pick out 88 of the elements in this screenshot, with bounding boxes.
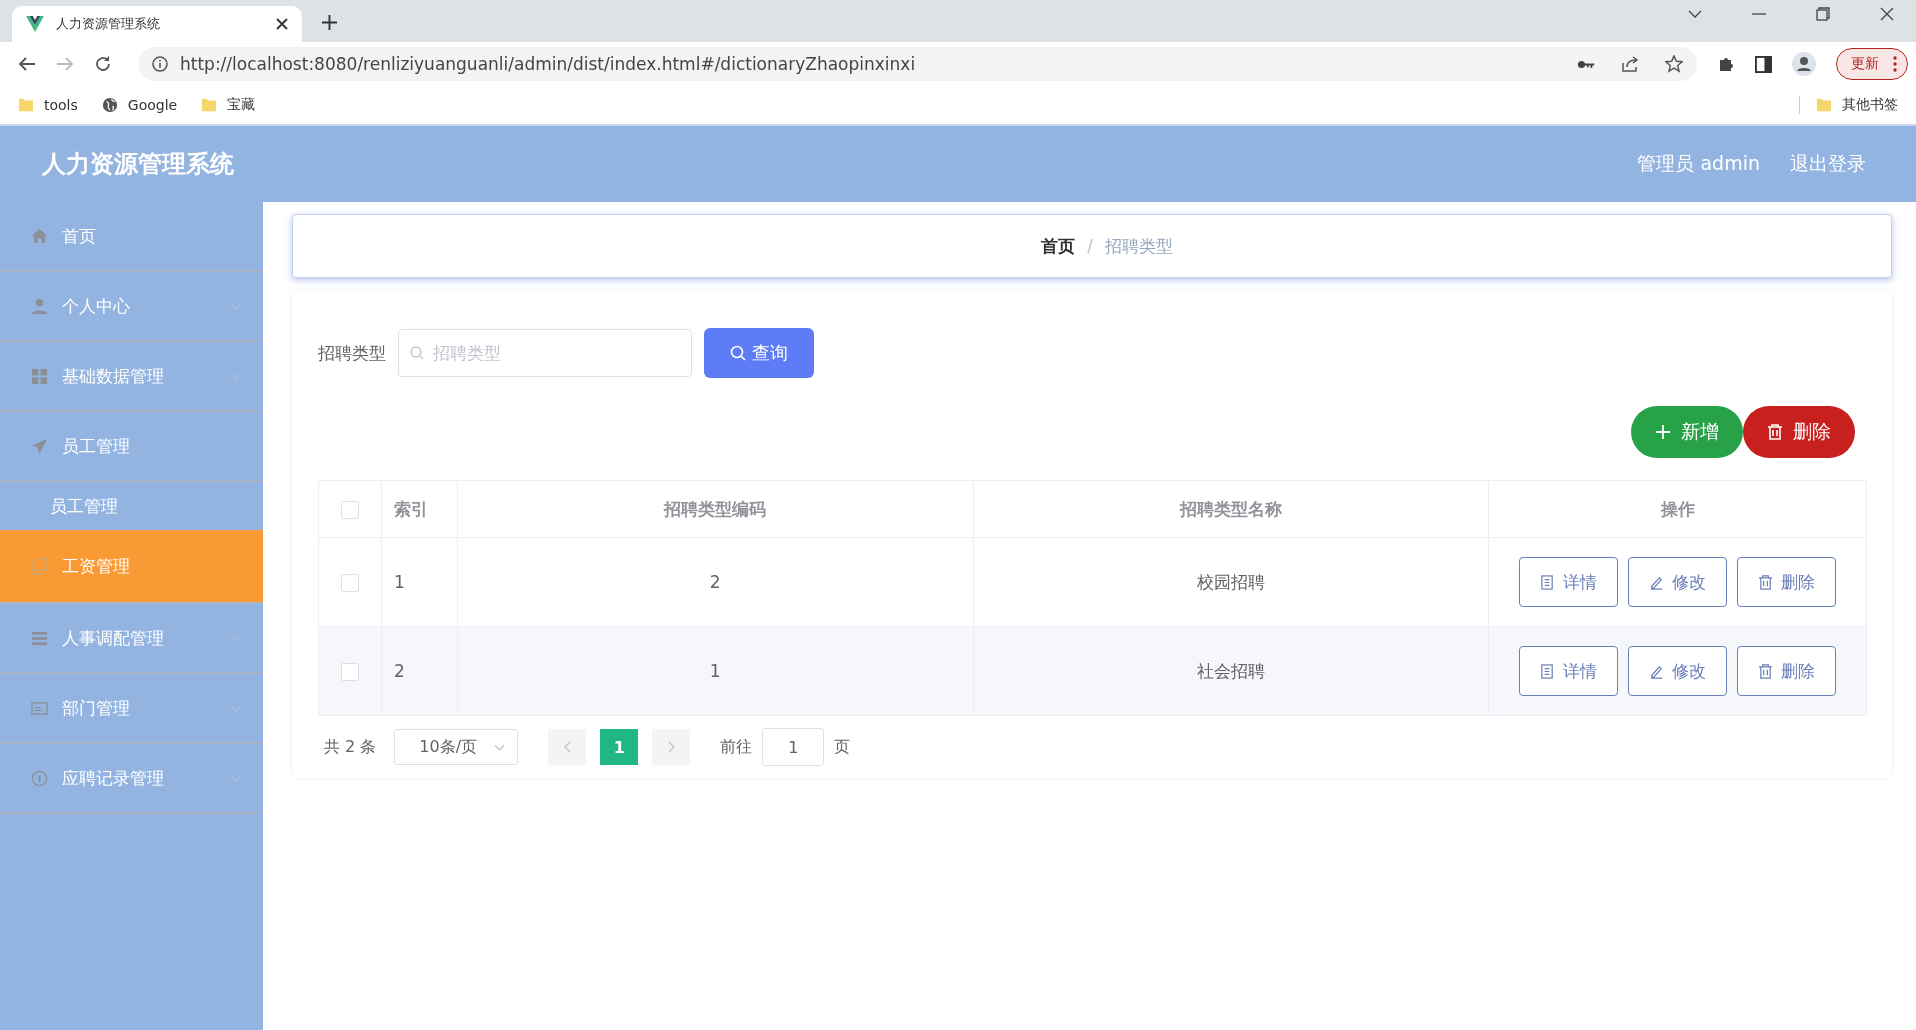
user-name: 管理员 admin	[1637, 151, 1760, 176]
app-title: 人力资源管理系统	[42, 149, 234, 180]
more-icon	[1893, 56, 1897, 72]
chevron-right-icon	[667, 741, 675, 753]
star-icon[interactable]	[1665, 55, 1683, 73]
column-header: 操作	[1488, 480, 1867, 538]
card-icon	[31, 699, 48, 717]
bookmark[interactable]: 其他书签	[1799, 96, 1898, 114]
table-cell: 校园招聘	[973, 537, 1489, 627]
search-icon	[730, 345, 746, 361]
search-button[interactable]: 查询	[704, 328, 814, 378]
close-icon[interactable]	[276, 18, 288, 30]
delete-button[interactable]: 删除	[1743, 406, 1855, 458]
trash-icon	[1758, 663, 1773, 679]
folder-icon	[18, 97, 34, 113]
dial-icon	[31, 769, 48, 787]
tab-title: 人力资源管理系统	[56, 15, 161, 33]
add-button[interactable]: 新增	[1631, 406, 1743, 458]
delete-button[interactable]: 删除	[1737, 557, 1836, 607]
info-icon	[152, 56, 168, 72]
table-cell: 1	[457, 626, 973, 716]
delete-button[interactable]: 删除	[1737, 646, 1836, 696]
breadcrumb-item[interactable]: 首页	[1041, 234, 1076, 258]
table-cell: 社会招聘	[973, 626, 1489, 716]
url-text: http://localhost:8080/renliziyuanguanli/admin/dist/index.html#/dictionaryZhaopinxinxi	[180, 54, 916, 74]
edit-button[interactable]: 修改	[1628, 646, 1727, 696]
edit-button[interactable]: 修改	[1628, 557, 1727, 607]
breadcrumb-separator: /	[1087, 236, 1093, 256]
address-bar[interactable]: http://localhost:8080/renliziyuanguanli/admin/dist/index.html#/dictionaryZhaopinxinxi	[138, 47, 1697, 81]
column-header: 招聘类型编码	[457, 480, 973, 538]
reload-icon[interactable]	[94, 55, 112, 73]
chevron-left-icon	[563, 741, 571, 753]
row-checkbox[interactable]	[341, 574, 359, 592]
search-icon	[410, 346, 424, 360]
breadcrumb-item: 招聘类型	[1104, 234, 1173, 258]
home-icon	[31, 227, 48, 245]
chevron-down-icon	[494, 743, 506, 751]
page-size-select[interactable]: 10条/页	[394, 729, 519, 765]
folder-icon	[201, 97, 218, 113]
key-icon[interactable]	[1577, 58, 1595, 70]
bookmark[interactable]: 宝藏	[201, 96, 256, 114]
browser-tab[interactable]: 人力资源管理系统	[12, 6, 302, 42]
table-cell: 1	[381, 537, 458, 627]
column-header: 招聘类型名称	[973, 480, 1489, 538]
logout-link[interactable]: 退出登录	[1790, 151, 1866, 177]
document-icon	[1540, 574, 1555, 590]
send-icon	[31, 437, 48, 455]
trash-icon	[1758, 574, 1773, 590]
pencil-icon	[1649, 574, 1664, 590]
document-icon	[1540, 663, 1555, 679]
update-button[interactable]: 更新	[1836, 48, 1908, 80]
grid-icon	[31, 367, 48, 385]
page-suffix: 页	[834, 736, 851, 758]
folder-icon	[1816, 97, 1832, 113]
goto-label: 前往	[720, 736, 753, 758]
share-icon[interactable]	[1621, 55, 1639, 73]
bookmark[interactable]: tools	[18, 97, 78, 113]
submenu-item[interactable]: 员工管理	[0, 482, 263, 530]
row-checkbox[interactable]	[341, 663, 359, 681]
plus-icon	[1655, 424, 1671, 440]
total-count: 共 2 条	[324, 736, 377, 758]
search-label: 招聘类型	[318, 341, 386, 365]
pencil-icon	[1649, 663, 1664, 679]
person-icon	[31, 297, 48, 315]
new-tab-icon[interactable]	[322, 15, 337, 30]
page-number[interactable]: 1	[600, 729, 639, 765]
submenu-item[interactable]: 工资管理	[0, 530, 263, 604]
bookmark[interactable]: Google	[101, 97, 178, 113]
puzzle-icon[interactable]	[1717, 55, 1735, 73]
copy-icon	[31, 557, 48, 575]
chevron-down-icon[interactable]	[1688, 10, 1702, 18]
side-panel-icon[interactable]	[1755, 55, 1772, 73]
close-icon[interactable]	[1880, 7, 1894, 21]
profile-icon[interactable]	[1792, 52, 1816, 76]
page-input[interactable]: 1	[762, 728, 825, 766]
vue-logo-icon	[26, 16, 44, 32]
table-cell: 2	[457, 537, 973, 627]
select-all-checkbox[interactable]	[341, 501, 359, 519]
globe-icon	[101, 97, 118, 113]
column-header: 索引	[381, 480, 458, 538]
trash-icon	[1767, 424, 1783, 440]
search-field[interactable]: 招聘类型	[398, 329, 692, 377]
restore-icon[interactable]	[1816, 7, 1830, 21]
list-icon	[31, 629, 48, 647]
details-button[interactable]: 详情	[1519, 646, 1618, 696]
details-button[interactable]: 详情	[1519, 557, 1618, 607]
back-icon[interactable]	[18, 56, 36, 72]
table-cell: 2	[381, 626, 458, 716]
